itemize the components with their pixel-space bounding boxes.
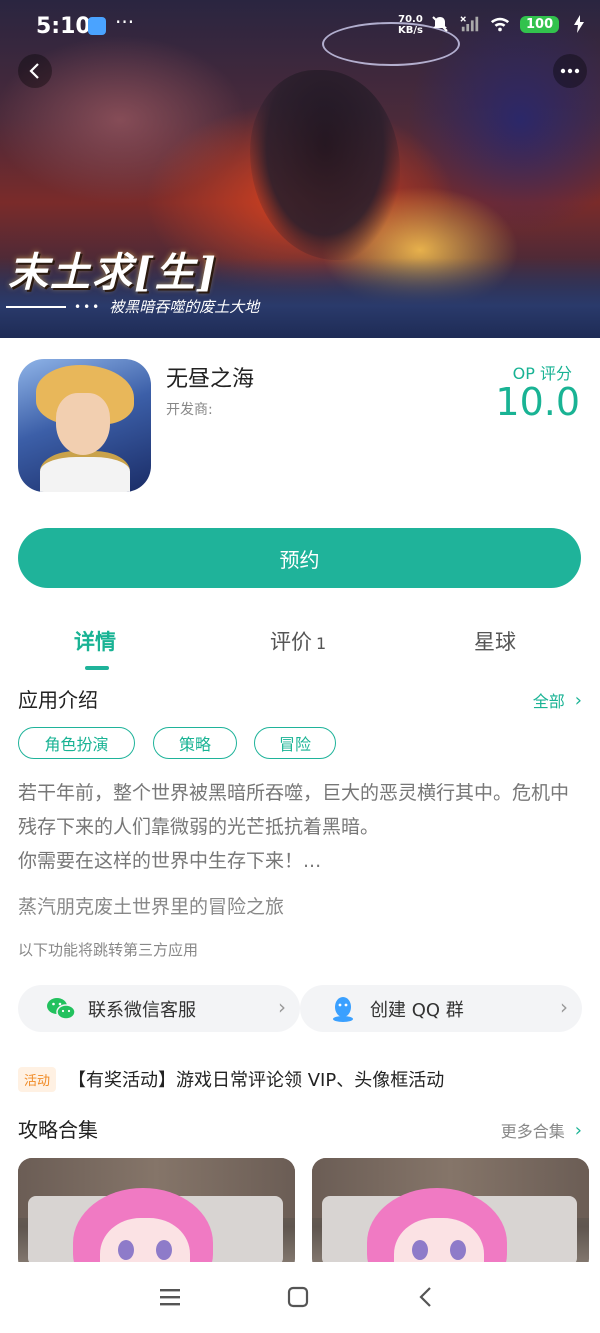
app-name: 无昼之海: [166, 367, 255, 392]
description-paragraph-1: 若干年前，整个世界被黑暗所吞噬，巨大的恶灵横行其中。危机中残存下来的人们靠微弱的…: [18, 782, 570, 838]
more-dots-icon: [560, 68, 580, 74]
guides-more-link[interactable]: 更多合集 ›: [501, 1118, 582, 1142]
tab-reviews-count: 1: [316, 634, 327, 653]
back-arrow-icon: [29, 63, 39, 79]
tab-active-indicator: [85, 666, 109, 670]
chevron-right-icon: ›: [574, 689, 582, 711]
qq-group-button[interactable]: 创建 QQ 群 ›: [300, 985, 582, 1032]
intro-more-label: 全部: [532, 692, 565, 711]
tab-reviews-label: 评价: [270, 630, 312, 654]
back-button[interactable]: [18, 54, 52, 88]
more-options-button[interactable]: [553, 54, 587, 88]
guides-more-label: 更多合集: [500, 1122, 565, 1141]
more-notifications-icon: ···: [115, 10, 135, 34]
wechat-service-button[interactable]: 联系微信客服 ›: [18, 985, 300, 1032]
app-description[interactable]: 若干年前，整个世界被黑暗所吞噬，巨大的恶灵横行其中。危机中残存下来的人们靠微弱的…: [18, 776, 583, 878]
message-icon: [88, 17, 106, 35]
chevron-right-icon: ›: [574, 1119, 582, 1141]
banner-creature: [250, 70, 400, 260]
tab-details-label: 详情: [74, 630, 116, 654]
third-party-note: 以下功能将跳转第三方应用: [18, 941, 199, 959]
charging-icon: [569, 14, 589, 34]
tab-planet[interactable]: 星球: [474, 626, 516, 656]
status-bar: 5:10 ··· 70.0 KB/s 100: [0, 0, 600, 56]
tag-strategy[interactable]: 策略: [153, 727, 237, 759]
tag-role-playing[interactable]: 角色扮演: [18, 727, 135, 759]
banner-subtitle: 被黑暗吞噬的废土大地: [109, 298, 260, 316]
mute-bell-icon: [430, 14, 450, 34]
no-signal-icon: [460, 14, 480, 34]
wifi-icon: [490, 14, 510, 34]
tab-bar: 详情 评价 1 星球: [0, 620, 600, 670]
tab-planet-label: 星球: [474, 630, 516, 654]
app-icon: [18, 359, 151, 492]
tag-adventure[interactable]: 冒险: [254, 727, 336, 759]
tab-reviews[interactable]: 评价 1: [270, 626, 326, 656]
intro-title: 应用介绍: [18, 688, 98, 712]
reserve-button[interactable]: 预约: [18, 528, 581, 588]
intro-more-link[interactable]: 全部 ›: [533, 688, 582, 712]
home-button[interactable]: [283, 1282, 313, 1312]
network-speed: 70.0 KB/s: [398, 14, 423, 36]
status-time: 5:10: [36, 14, 91, 39]
menu-icon: [160, 1289, 180, 1306]
banner-subtitle-row: ••• 被黑暗吞噬的废土大地: [0, 296, 259, 317]
chevron-right-icon: ›: [560, 995, 568, 1019]
back-chevron-icon: [419, 1287, 431, 1307]
banner-line-decoration: [6, 305, 66, 308]
guide-card[interactable]: [312, 1158, 589, 1273]
recent-apps-button[interactable]: [155, 1282, 185, 1312]
tab-details[interactable]: 详情: [74, 626, 116, 656]
qq-group-label: 创建 QQ 群: [370, 999, 464, 1021]
guide-card[interactable]: [18, 1158, 295, 1273]
system-back-button[interactable]: [411, 1282, 441, 1312]
battery-indicator: 100: [520, 15, 560, 33]
banner-dots-decoration: •••: [74, 299, 102, 314]
home-square-icon: [287, 1286, 309, 1308]
chevron-right-icon: ›: [278, 995, 286, 1019]
system-nav-bar: [0, 1262, 600, 1333]
qq-icon: [328, 994, 358, 1024]
score-value: 10.0: [495, 380, 580, 424]
description-paragraph-2: 你需要在这样的世界中生存下来！...: [18, 850, 322, 872]
activity-text: 【有奖活动】游戏日常评论领 VIP、头像框活动: [68, 1070, 445, 1091]
app-tagline: 蒸汽朋克废土世界里的冒险之旅: [18, 896, 285, 918]
wechat-service-label: 联系微信客服: [88, 999, 196, 1021]
banner-title: 末土求[生]: [8, 249, 218, 296]
guides-title: 攻略合集: [18, 1118, 98, 1142]
network-speed-value: 70.0: [398, 14, 423, 25]
network-speed-unit: KB/s: [398, 25, 423, 36]
developer-label: 开发商:: [166, 402, 213, 418]
wechat-icon: [46, 994, 76, 1024]
activity-badge: 活动: [18, 1066, 57, 1092]
banner-image: 5:10 ··· 70.0 KB/s 100 末土求[生] ••• 被黑暗吞噬的…: [0, 0, 600, 338]
activity-row[interactable]: 活动 【有奖活动】游戏日常评论领 VIP、头像框活动: [18, 1066, 444, 1092]
